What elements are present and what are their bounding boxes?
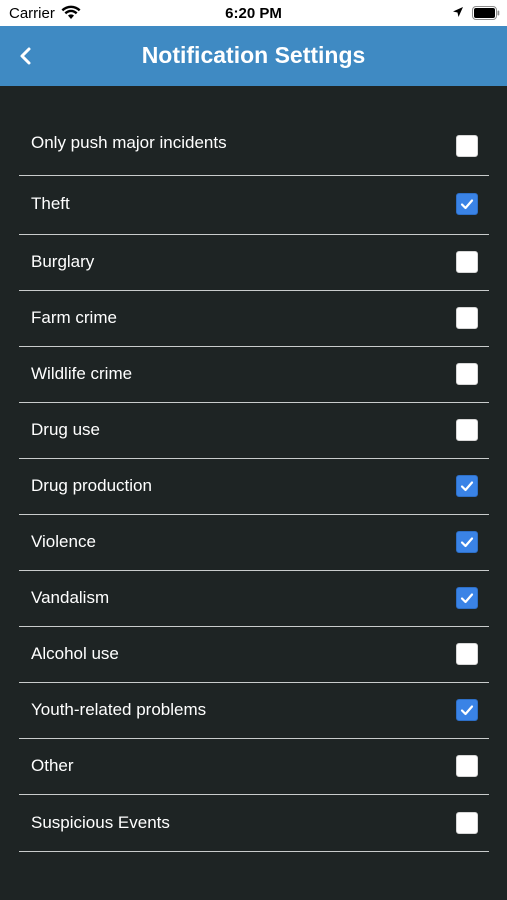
setting-row[interactable]: Youth-related problems [19, 682, 489, 739]
setting-row[interactable]: Burglary [19, 234, 489, 291]
setting-label: Burglary [31, 252, 95, 271]
status-bar: Carrier 6:20 PM [0, 0, 507, 26]
checkbox-unchecked[interactable] [456, 811, 478, 834]
checkmark-icon [460, 705, 474, 716]
checkbox-checked[interactable] [456, 699, 478, 721]
setting-row[interactable]: Vandalism [19, 570, 489, 627]
status-time: 6:20 PM [225, 5, 282, 22]
checkbox-unchecked[interactable] [456, 755, 478, 777]
page-title: Notification Settings [141, 42, 366, 68]
setting-row[interactable]: Only push major incidents [19, 88, 489, 176]
checkmark-icon [460, 537, 474, 548]
navigation-bar: Notification Settings [0, 26, 507, 86]
setting-label: Other [31, 756, 74, 775]
checkbox-unchecked[interactable] [456, 643, 478, 665]
battery-icon [472, 6, 500, 25]
checkbox-checked[interactable] [456, 193, 478, 215]
setting-label: Youth-related problems [31, 700, 207, 719]
setting-row[interactable]: Suspicious Events [19, 794, 489, 852]
setting-label: Only push major incidents [31, 133, 227, 152]
setting-row[interactable]: Farm crime [19, 290, 489, 347]
checkmark-icon [460, 481, 474, 492]
setting-row[interactable]: Alcohol use [19, 626, 489, 683]
setting-label: Drug production [31, 476, 152, 495]
setting-row[interactable]: Drug use [19, 402, 489, 459]
setting-label: Drug use [31, 420, 100, 439]
checkbox-checked[interactable] [456, 531, 478, 553]
setting-label: Theft [31, 194, 70, 213]
setting-label: Farm crime [31, 308, 117, 327]
setting-row[interactable]: Violence [19, 514, 489, 571]
checkbox-unchecked[interactable] [456, 251, 478, 273]
location-arrow-icon [452, 6, 464, 24]
checkmark-icon [460, 593, 474, 604]
checkbox-unchecked[interactable] [456, 307, 478, 329]
setting-row[interactable]: Drug production [19, 458, 489, 515]
setting-row[interactable]: Wildlife crime [19, 346, 489, 403]
checkbox-unchecked[interactable] [456, 419, 478, 441]
checkmark-icon [460, 199, 474, 210]
setting-label: Wildlife crime [31, 364, 133, 383]
checkbox-unchecked[interactable] [456, 363, 478, 385]
setting-label: Alcohol use [31, 644, 119, 663]
setting-label: Suspicious Events [31, 812, 170, 832]
setting-row[interactable]: Theft [19, 174, 489, 235]
checkbox-checked[interactable] [456, 475, 478, 497]
setting-label: Vandalism [31, 588, 110, 607]
checkbox-unchecked[interactable] [456, 135, 478, 157]
checkbox-checked[interactable] [456, 587, 478, 609]
setting-label: Violence [31, 532, 96, 551]
setting-row[interactable]: Other [19, 738, 489, 795]
